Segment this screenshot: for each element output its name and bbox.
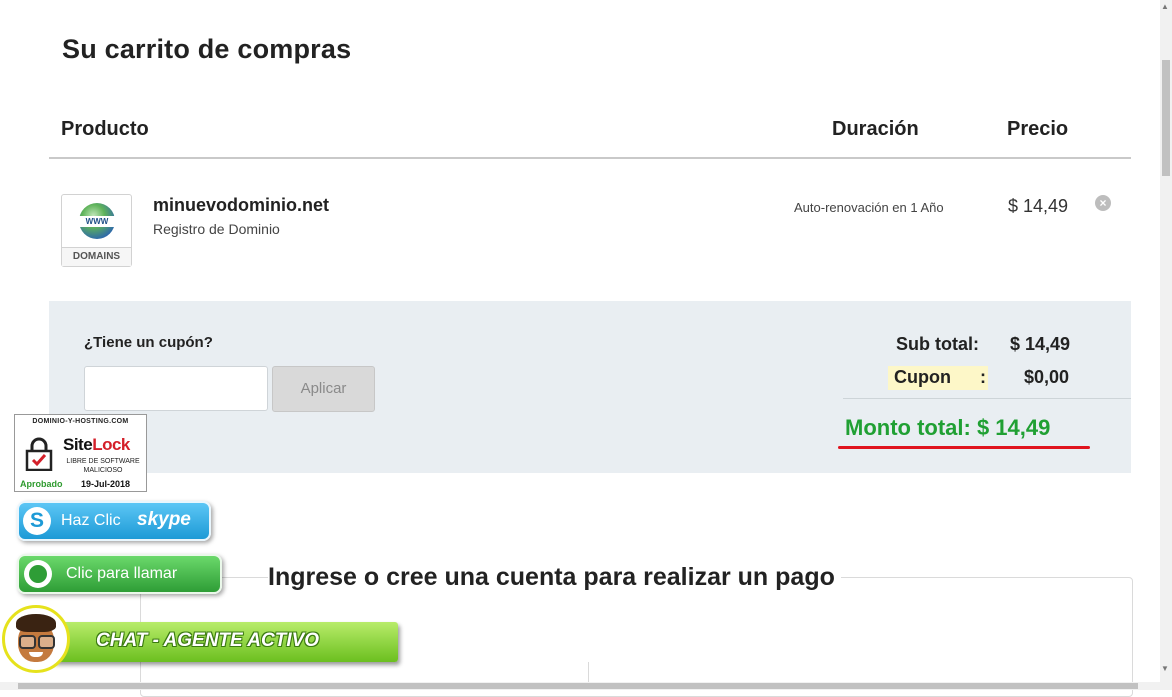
thumbnail-label: DOMAINS xyxy=(62,247,131,266)
total-underline xyxy=(838,446,1090,449)
sitelock-status: Aprobado xyxy=(20,479,63,489)
product-price: $ 14,49 xyxy=(1008,196,1069,216)
sitelock-site: DOMINIO-Y-HOSTING.COM xyxy=(32,418,129,425)
skype-icon: S xyxy=(23,507,51,535)
chat-agent-button[interactable]: CHAT - AGENTE ACTIVO xyxy=(52,622,398,662)
coupon-input[interactable] xyxy=(84,366,268,411)
scroll-up-arrow-icon[interactable]: ▲ xyxy=(1161,2,1169,11)
skype-logo: skype xyxy=(137,509,191,530)
column-header-price: Precio xyxy=(1007,118,1069,140)
page-title: Su carrito de compras xyxy=(62,34,352,64)
product-type: Registro de Dominio xyxy=(153,221,280,237)
remove-item-close-icon[interactable]: × xyxy=(1095,195,1111,211)
header-divider xyxy=(49,157,1131,159)
www-label: WWW xyxy=(76,216,118,227)
column-header-duration: Duración xyxy=(832,118,919,140)
coupon-question: ¿Tiene un cupón? xyxy=(84,334,213,351)
horizontal-scroll-thumb[interactable] xyxy=(18,683,1138,689)
total-amount: Monto total: $ 14,49 xyxy=(845,415,1051,440)
column-header-product: Producto xyxy=(61,118,149,140)
coupon-colon: : xyxy=(980,367,986,387)
summary-divider xyxy=(843,398,1131,399)
whatsapp-icon xyxy=(24,560,52,588)
chat-text: CHAT - AGENTE ACTIVO xyxy=(96,630,320,651)
sitelock-date: 19-Jul-2018 xyxy=(81,479,131,489)
apply-coupon-button[interactable]: Aplicar xyxy=(272,366,375,412)
sitelock-badge[interactable]: DOMINIO-Y-HOSTING.COM SiteLock LIBRE DE … xyxy=(14,414,147,492)
scroll-thumb[interactable] xyxy=(1162,60,1170,176)
whatsapp-call-button[interactable]: Clic para llamar xyxy=(17,554,222,594)
agent-avatar[interactable] xyxy=(2,605,70,673)
product-thumbnail: WWW DOMAINS xyxy=(61,194,132,267)
coupon-label: Cupon xyxy=(894,367,951,387)
horizontal-scrollbar[interactable] xyxy=(0,682,1160,690)
skype-text: Haz Clic xyxy=(61,512,121,529)
coupon-value: $0,00 xyxy=(1024,367,1070,387)
skype-button[interactable]: S Haz Clic skype xyxy=(17,501,211,541)
sitelock-subtitle: LIBRE DE SOFTWARE MALICIOSO xyxy=(66,458,140,474)
padlock-icon xyxy=(25,437,53,471)
product-duration[interactable]: Auto-renovación en 1 Año xyxy=(794,200,944,215)
vertical-scrollbar[interactable]: ▲ ▼ xyxy=(1160,0,1172,690)
subtotal-label: Sub total: xyxy=(896,334,979,354)
login-title: Ingrese o cree una cuenta para realizar … xyxy=(268,563,841,592)
scroll-down-arrow-icon[interactable]: ▼ xyxy=(1161,664,1169,673)
product-name[interactable]: minuevodominio.net xyxy=(153,195,329,216)
whatsapp-text: Clic para llamar xyxy=(66,565,178,582)
sitelock-brand: SiteLock xyxy=(63,435,130,454)
subtotal-value: $ 14,49 xyxy=(1010,334,1071,354)
